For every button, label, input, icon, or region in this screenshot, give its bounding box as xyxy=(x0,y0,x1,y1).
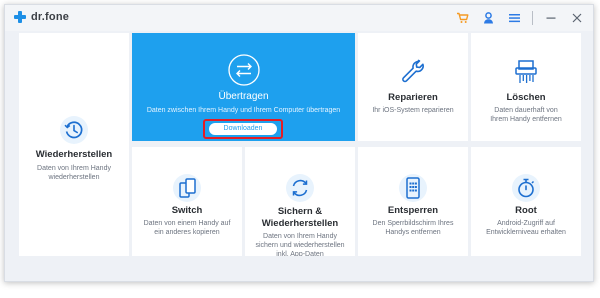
menu-icon[interactable] xyxy=(506,10,522,26)
feature-card-repair[interactable]: Reparieren Ihr iOS-System reparieren xyxy=(358,33,468,141)
switch-title: Switch xyxy=(171,205,203,216)
sync-icon xyxy=(285,173,315,208)
wrench-icon xyxy=(399,58,427,91)
feature-card-unlock[interactable]: Entsperren Den Sperrbildschirm Ihres Han… xyxy=(358,147,468,256)
user-icon[interactable] xyxy=(480,10,496,26)
backup-description: Daten von Ihrem Handy sichern und wieder… xyxy=(255,233,345,256)
feature-card-backup[interactable]: Sichern & Wiederherstellen Daten von Ihr… xyxy=(245,147,355,256)
erase-description: Daten dauerhaft von Ihrem Handy entferne… xyxy=(490,107,562,123)
restore-title: Wiederherstellen xyxy=(35,149,113,160)
app-name: dr.fone xyxy=(31,11,70,23)
root-title: Root xyxy=(515,205,537,216)
minimize-icon[interactable] xyxy=(543,10,559,26)
feature-card-erase[interactable]: Löschen Daten dauerhaft von Ihrem Handy … xyxy=(471,33,581,141)
transfer-title: Übertragen xyxy=(218,91,269,102)
shredder-icon xyxy=(512,58,540,91)
download-button[interactable]: Downloaden xyxy=(209,123,277,135)
root-description: Android-Zugriff auf Entwicklerniveau erh… xyxy=(486,220,566,236)
cart-icon[interactable] xyxy=(454,10,470,26)
phone-keypad-icon xyxy=(398,173,428,208)
erase-title: Löschen xyxy=(506,92,546,103)
plus-logo-icon xyxy=(13,10,27,24)
repair-description: Ihr iOS-System reparieren xyxy=(372,107,454,114)
unlock-title: Entsperren xyxy=(387,205,439,216)
title-bar: dr.fone xyxy=(5,5,593,31)
restore-description: Daten von Ihrem Handy wiederherstellen xyxy=(37,165,111,181)
app-logo: dr.fone xyxy=(13,10,69,24)
feature-card-switch[interactable]: Switch Daten von einem Handy auf ein and… xyxy=(132,147,242,256)
titlebar-separator xyxy=(532,11,533,25)
clock-restore-icon xyxy=(59,115,89,150)
feature-card-root[interactable]: Root Android-Zugriff auf Entwicklernivea… xyxy=(471,147,581,256)
repair-title: Reparieren xyxy=(388,92,438,103)
backup-title: Sichern & Wiederherstellen xyxy=(261,206,339,229)
unlock-description: Den Sperrbildschirm Ihres Handys entfern… xyxy=(372,220,454,236)
stopwatch-icon xyxy=(511,173,541,208)
phone-switch-icon xyxy=(172,173,202,208)
feature-card-restore[interactable]: Wiederherstellen Daten von Ihrem Handy w… xyxy=(19,33,129,256)
transfer-arrows-icon xyxy=(227,54,260,91)
switch-description: Daten von einem Handy auf ein anderes ko… xyxy=(143,220,231,236)
transfer-description: Daten zwischen Ihrem Handy und Ihrem Com… xyxy=(146,107,341,114)
titlebar-controls xyxy=(444,10,585,26)
close-icon[interactable] xyxy=(569,10,585,26)
